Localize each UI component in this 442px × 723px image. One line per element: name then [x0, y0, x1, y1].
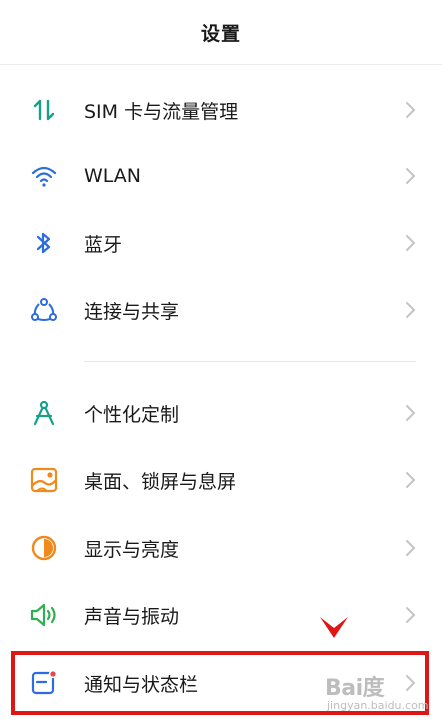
settings-item-sim[interactable]: SIM 卡与流量管理: [0, 77, 442, 143]
sound-icon: [28, 599, 60, 631]
chevron-right-icon: [406, 302, 416, 318]
settings-item-label: 桌面、锁屏与息屏: [84, 470, 237, 493]
watermark: Bai度 jingyan.baidu.com: [325, 668, 435, 716]
settings-item-wallpaper[interactable]: 桌面、锁屏与息屏: [0, 447, 442, 513]
settings-item-personalization[interactable]: 个性化定制: [0, 380, 442, 446]
chevron-right-icon: [406, 472, 416, 488]
settings-item-label: 显示与亮度: [84, 538, 180, 561]
settings-item-bluetooth[interactable]: 蓝牙: [0, 210, 442, 276]
chevron-right-icon: [406, 607, 416, 623]
chevron-right-icon: [406, 405, 416, 421]
wifi-icon: [28, 160, 60, 192]
settings-item-label: 连接与共享: [84, 300, 180, 323]
settings-item-label: 个性化定制: [84, 403, 180, 426]
settings-item-label: WLAN: [84, 165, 142, 187]
settings-item-label: 声音与振动: [84, 605, 180, 628]
down-arrow-annotation-icon: [320, 617, 348, 638]
settings-item-label: 蓝牙: [84, 233, 123, 256]
personalization-icon: [28, 397, 60, 429]
chevron-right-icon: [406, 540, 416, 556]
header: 设置: [0, 0, 442, 65]
connection-share-icon: [28, 294, 60, 326]
settings-item-connection-share[interactable]: 连接与共享: [0, 277, 442, 343]
watermark-logo: Bai度: [325, 676, 385, 701]
wallpaper-icon: [28, 464, 60, 496]
brightness-icon: [28, 532, 60, 564]
section-divider: [84, 361, 416, 362]
settings-item-label: SIM 卡与流量管理: [84, 100, 239, 123]
settings-item-wlan[interactable]: WLAN: [0, 143, 442, 209]
sim-data-icon: [28, 94, 60, 126]
chevron-right-icon: [406, 168, 416, 184]
bluetooth-icon: [28, 227, 60, 259]
chevron-right-icon: [406, 235, 416, 251]
settings-item-sound-vibration[interactable]: 声音与振动: [0, 582, 442, 648]
page-title: 设置: [200, 22, 241, 45]
chevron-right-icon: [406, 102, 416, 118]
watermark-url: jingyan.baidu.com: [327, 699, 429, 712]
settings-item-display-brightness[interactable]: 显示与亮度: [0, 515, 442, 581]
